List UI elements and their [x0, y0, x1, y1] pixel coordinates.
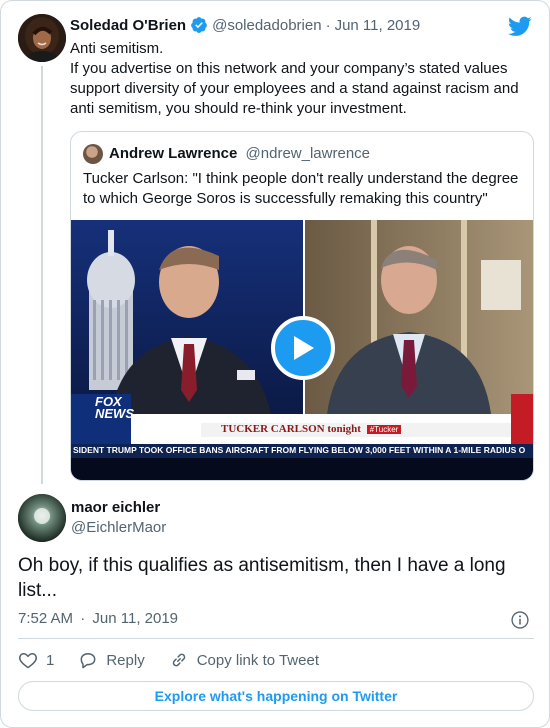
verified-badge-icon — [191, 17, 207, 33]
reply-text-line: list... — [18, 580, 58, 601]
quote-header: Andrew Lawrence @ndrew_lawrence — [109, 145, 370, 162]
separator-dot: · — [80, 610, 86, 627]
quote-text: Tucker Carlson: "I think people don't re… — [83, 169, 523, 209]
copy-link-button[interactable]: Copy link to Tweet — [169, 650, 319, 670]
explore-twitter-button[interactable]: Explore what's happening on Twitter — [18, 681, 534, 711]
reply-tweet-text: Oh boy, if this qualifies as antisemitis… — [18, 553, 538, 603]
quote-text-line: Tucker Carlson: "I think people don't re… — [83, 170, 519, 187]
quote-text-line: to which George Soros is successfully re… — [83, 190, 488, 207]
parent-author-name[interactable]: Soledad O'Brien — [70, 17, 186, 34]
quote-avatar — [83, 144, 103, 164]
news-ticker: SIDENT TRUMP TOOK OFFICE BANS AIRCRAFT F… — [73, 445, 526, 455]
reply-timestamp[interactable]: 7:52 AM · Jun 11, 2019 — [18, 610, 178, 627]
reply-bubble-icon — [80, 653, 96, 669]
info-icon[interactable] — [510, 610, 530, 630]
divider — [18, 638, 534, 639]
parent-tweet-text: Anti semitism. If you advertise on this … — [70, 39, 530, 119]
like-button[interactable]: 1 — [18, 650, 78, 670]
tweet-embed-card: Soledad O'Brien @soledadobrien · Jun 11,… — [0, 0, 550, 728]
twitter-bird-icon[interactable] — [508, 14, 532, 38]
reply-button[interactable]: Reply — [78, 650, 145, 670]
copy-link-label: Copy link to Tweet — [196, 651, 319, 669]
play-icon — [294, 336, 314, 360]
reply-time: 7:52 AM — [18, 610, 74, 627]
fox-logo-bottom: NEWS — [95, 406, 134, 421]
heart-icon — [18, 653, 38, 669]
parent-text-line: If you advertise on this network and you… — [70, 60, 508, 77]
quoted-tweet[interactable]: Andrew Lawrence @ndrew_lawrence Tucker C… — [70, 131, 534, 481]
fox-news-logo: FOX NEWS — [95, 395, 139, 421]
reply-handle[interactable]: @EichlerMaor — [71, 519, 166, 536]
parent-avatar[interactable] — [18, 14, 66, 62]
reply-date: Jun 11, 2019 — [92, 610, 179, 627]
like-count: 1 — [46, 651, 55, 669]
parent-text-line: Anti semitism. — [70, 40, 164, 57]
show-name: TUCKER CARLSON tonight #Tucker — [221, 423, 402, 435]
reply-text-line: Oh boy, if this qualifies as antisemitis… — [18, 555, 506, 576]
separator-dot: · — [325, 16, 331, 34]
show-name-text: TUCKER CARLSON tonight — [221, 423, 361, 435]
reply-label: Reply — [106, 651, 145, 669]
reply-avatar[interactable] — [18, 494, 66, 542]
parent-header: Soledad O'Brien @soledadobrien · Jun 11,… — [70, 16, 420, 34]
quote-author-name: Andrew Lawrence — [109, 145, 238, 162]
parent-handle[interactable]: @soledadobrien — [212, 17, 321, 34]
video-player[interactable]: FOX NEWS TUCKER CARLSON tonight #Tucker … — [71, 220, 533, 480]
play-button[interactable] — [271, 316, 335, 380]
parent-text-line: anti semitism, you should re-think your … — [70, 100, 407, 117]
parent-date[interactable]: Jun 11, 2019 — [335, 17, 421, 34]
parent-text-line: support diversity of your employees and … — [70, 80, 519, 97]
thread-line — [41, 66, 43, 484]
link-icon — [172, 653, 185, 667]
show-hashtag: #Tucker — [366, 425, 402, 434]
action-bar: 1 Reply Copy link to Tweet — [18, 649, 319, 671]
reply-author-name[interactable]: maor eichler — [71, 499, 160, 516]
quote-handle: @ndrew_lawrence — [245, 145, 370, 162]
